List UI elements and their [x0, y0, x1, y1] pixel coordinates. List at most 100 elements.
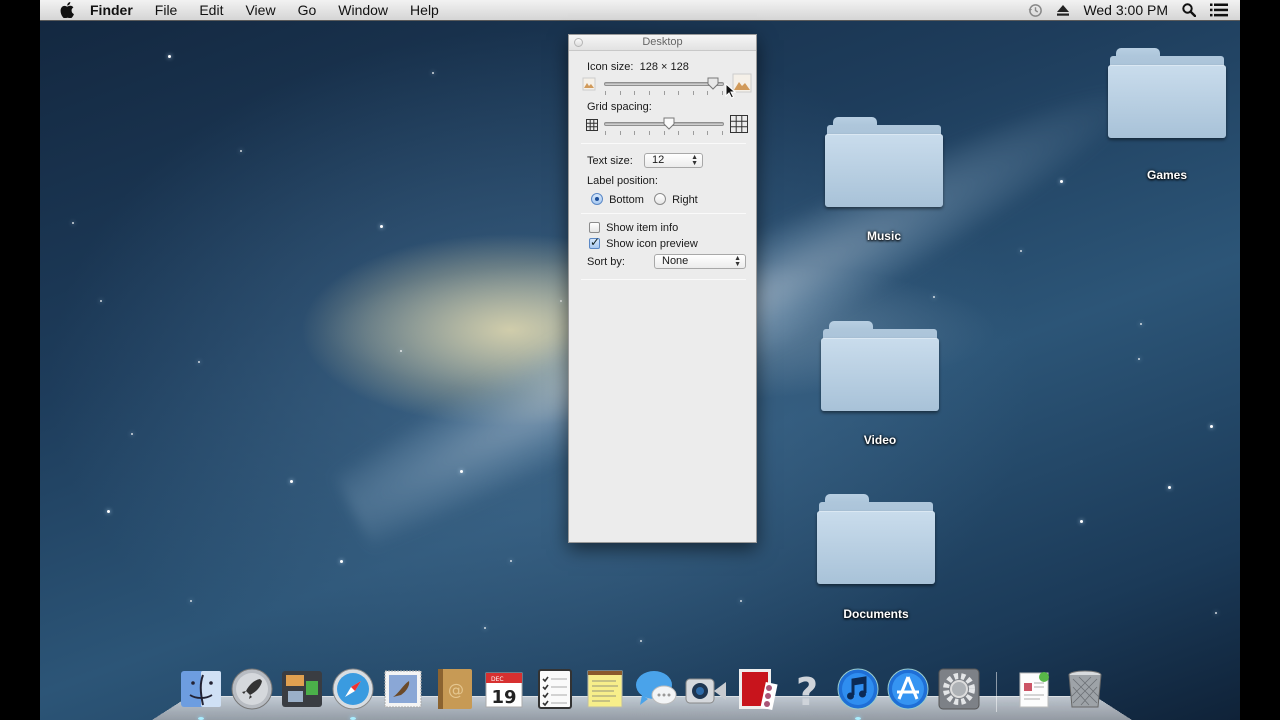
menu-edit[interactable]: Edit: [188, 2, 234, 18]
show-item-info-label: Show item info: [606, 222, 679, 234]
svg-text:?: ?: [796, 670, 818, 711]
dock-item-trash[interactable]: [1062, 666, 1108, 712]
text-size-popup[interactable]: 12 ▲ ▼: [644, 153, 703, 168]
slider-thumb[interactable]: [663, 117, 675, 130]
sort-by-popup[interactable]: None ▲ ▼: [654, 254, 746, 269]
small-picture-icon: [582, 77, 596, 94]
search-icon[interactable]: [1182, 3, 1196, 17]
dock-item-contacts[interactable]: @: [431, 666, 477, 712]
close-button[interactable]: [574, 38, 583, 47]
calendar-icon: DEC 19: [485, 672, 523, 708]
star: [198, 361, 200, 363]
time-machine-icon[interactable]: [1028, 3, 1043, 18]
reminders-icon: [537, 669, 572, 709]
dock-item-facetime[interactable]: [683, 666, 729, 712]
svg-text:19: 19: [491, 687, 516, 708]
mouse-cursor-icon: [725, 82, 737, 102]
menu-window[interactable]: Window: [327, 2, 399, 18]
star: [1210, 425, 1213, 428]
label-position-bottom[interactable]: Bottom: [591, 193, 644, 206]
dock-item-help[interactable]: ?: [784, 666, 830, 712]
show-icon-preview[interactable]: Show icon preview: [589, 235, 698, 250]
dock-stack-documents[interactable]: [1011, 666, 1057, 712]
star: [1060, 180, 1063, 183]
show-item-info-checkbox[interactable]: [589, 222, 600, 233]
radio-right-label: Right: [672, 194, 698, 206]
star: [933, 296, 935, 298]
dock-item-calendar[interactable]: DEC 19: [481, 666, 527, 712]
folder-label: Games: [1146, 168, 1188, 182]
menu-file[interactable]: File: [144, 2, 189, 18]
dock-item-system-preferences[interactable]: [936, 666, 982, 712]
dock-item-photo-booth[interactable]: [734, 666, 780, 712]
small-grid-icon: [586, 119, 598, 134]
dock-item-notes[interactable]: [582, 666, 628, 712]
star: [107, 510, 110, 513]
folder-label: Music: [866, 229, 901, 243]
sort-by-label: Sort by:: [587, 256, 625, 268]
dock-item-finder[interactable]: [178, 666, 224, 720]
dock-item-launchpad[interactable]: [229, 666, 275, 712]
label-position-right[interactable]: Right: [654, 193, 698, 206]
notification-center-icon[interactable]: [1210, 3, 1228, 17]
folder-icon: [817, 494, 935, 586]
menu-finder[interactable]: Finder: [90, 2, 144, 18]
grid-spacing-ticks: [605, 131, 723, 135]
star: [1138, 358, 1140, 360]
popup-arrows-icon: ▲ ▼: [734, 255, 741, 268]
show-item-info[interactable]: Show item info: [589, 222, 678, 234]
panel-titlebar[interactable]: Desktop: [569, 35, 756, 51]
icon-size-slider[interactable]: [604, 77, 724, 90]
finder-icon: [181, 671, 221, 707]
star: [1080, 520, 1083, 523]
star: [740, 600, 742, 602]
menu-bar: Finder File Edit View Go Window Help Wed…: [40, 0, 1240, 21]
svg-text:@: @: [448, 680, 464, 699]
radio-right[interactable]: [654, 193, 666, 205]
dock-item-safari[interactable]: [330, 666, 376, 720]
popup-arrows-icon: ▲ ▼: [691, 154, 698, 167]
desktop[interactable]: Finder File Edit View Go Window Help Wed…: [40, 0, 1240, 720]
divider: [581, 213, 746, 214]
grid-spacing-slider[interactable]: [604, 117, 724, 130]
itunes-icon: [837, 668, 878, 710]
grid-spacing-label: Grid spacing:: [587, 101, 652, 113]
mail-icon: [384, 670, 422, 708]
star: [1168, 486, 1171, 489]
large-grid-icon: [730, 115, 748, 136]
dock-item-app-store[interactable]: [885, 666, 931, 712]
desktop-folder-music[interactable]: Music: [819, 117, 949, 243]
menu-view[interactable]: View: [234, 2, 286, 18]
radio-bottom[interactable]: [591, 193, 603, 205]
mission-control-icon: [282, 671, 322, 707]
desktop-folder-video[interactable]: Video: [815, 321, 945, 447]
desktop-folder-games[interactable]: Games: [1102, 48, 1232, 182]
folder-icon: [1108, 48, 1226, 140]
dock-item-itunes[interactable]: [835, 666, 881, 720]
folder-icon: [821, 321, 939, 413]
star: [560, 300, 562, 302]
clock[interactable]: Wed 3:00 PM: [1083, 2, 1168, 18]
photo-booth-icon: [738, 669, 778, 710]
dock-item-mail[interactable]: [380, 666, 426, 712]
star: [340, 560, 343, 563]
show-icon-preview-checkbox[interactable]: [589, 235, 600, 249]
radio-bottom-label: Bottom: [609, 194, 644, 206]
eject-icon[interactable]: [1057, 4, 1070, 16]
messages-icon: [635, 671, 676, 705]
facetime-icon: [685, 678, 726, 704]
menu-help[interactable]: Help: [399, 2, 450, 18]
show-icon-preview-label: Show icon preview: [606, 238, 698, 250]
folder-icon: [825, 117, 943, 209]
star: [290, 480, 293, 483]
apple-logo-icon[interactable]: [58, 1, 76, 19]
dock-item-mission-control[interactable]: [279, 666, 325, 712]
star: [190, 600, 192, 602]
menu-go[interactable]: Go: [287, 2, 328, 18]
icon-size-ticks: [605, 91, 723, 95]
dock-item-messages[interactable]: [633, 666, 679, 712]
dock-item-reminders[interactable]: [532, 666, 578, 712]
slider-thumb[interactable]: [707, 77, 719, 90]
sort-by-value: None: [662, 255, 689, 267]
desktop-folder-documents[interactable]: Documents: [811, 494, 941, 621]
